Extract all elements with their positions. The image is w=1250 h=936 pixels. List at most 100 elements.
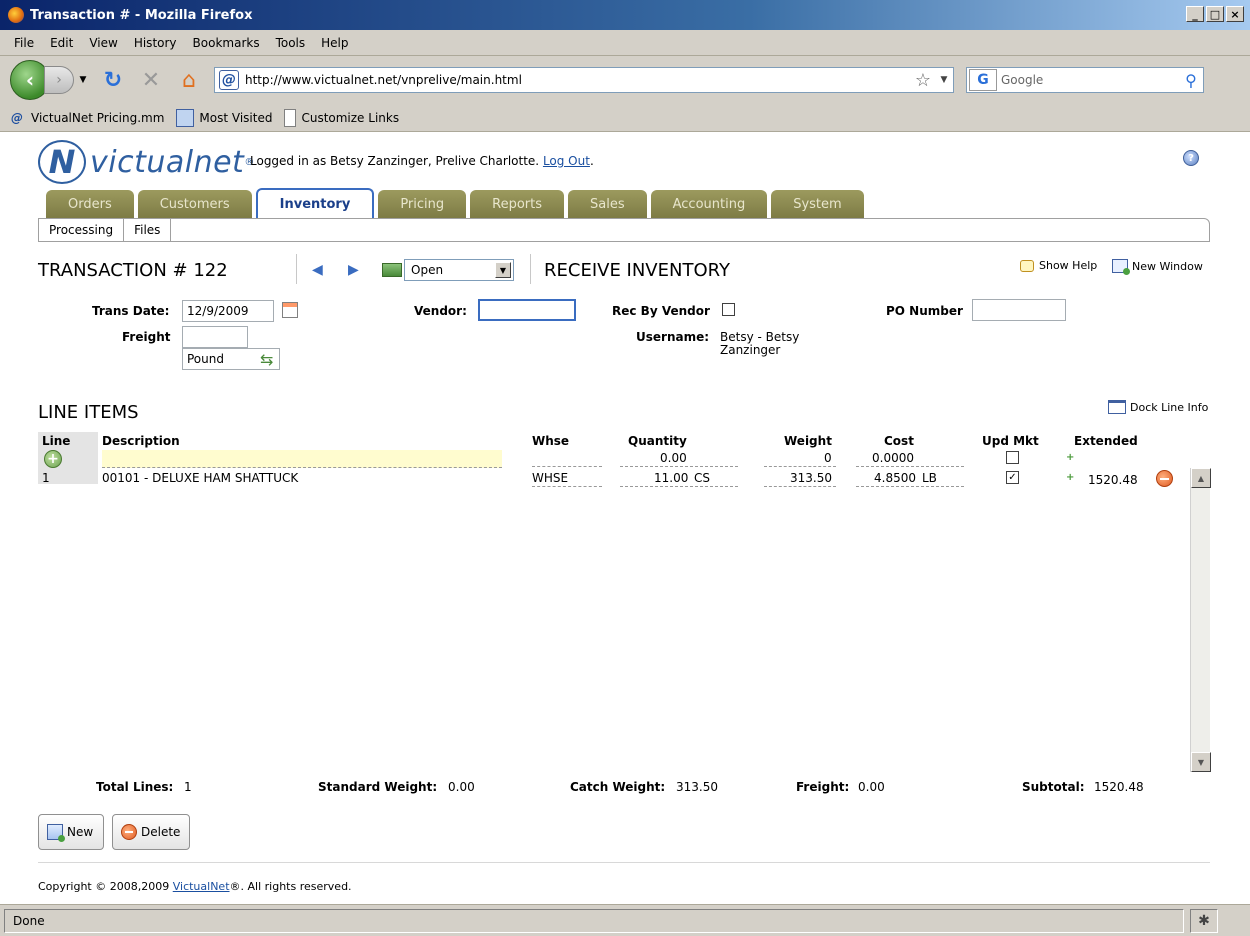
divider <box>856 486 964 487</box>
whse-input[interactable] <box>532 466 602 467</box>
column-header-extended: Extended <box>1074 434 1138 448</box>
minimize-button[interactable]: _ <box>1186 6 1204 22</box>
status-text: Done <box>4 908 1184 933</box>
chevron-down-icon[interactable]: ▼ <box>495 262 511 278</box>
subtotal-value: 1520.48 <box>1094 780 1144 794</box>
reload-icon[interactable]: ↻ <box>98 65 128 95</box>
bookmark-customize-links[interactable]: Customize Links <box>284 108 399 127</box>
tab-reports[interactable]: Reports <box>470 190 565 218</box>
menu-file[interactable]: File <box>6 36 42 50</box>
description-input[interactable] <box>102 450 502 468</box>
tab-customers[interactable]: Customers <box>137 190 252 218</box>
window-title: Transaction # - Mozilla Firefox <box>30 7 253 23</box>
forward-button[interactable]: › <box>44 66 74 94</box>
bookmark-most-visited[interactable]: Most Visited <box>176 108 272 127</box>
sub-navigation: Processing Files <box>38 218 1210 242</box>
trans-date-field[interactable]: 12/9/2009 <box>182 300 274 322</box>
url-bar[interactable]: @ http://www.victualnet.net/vnprelive/ma… <box>214 67 954 93</box>
new-window-link[interactable]: New Window <box>1112 259 1203 275</box>
new-quantity[interactable]: 0.00 <box>660 451 687 465</box>
close-button[interactable]: × <box>1226 6 1244 22</box>
po-number-label: PO Number <box>886 304 963 318</box>
search-input[interactable]: Google <box>1001 73 1179 87</box>
status-select[interactable]: Open ▼ <box>404 259 514 281</box>
victualnet-favicon-icon: @ <box>11 110 23 125</box>
logo-mark: N <box>38 140 86 184</box>
row-quantity[interactable]: 11.00 <box>654 471 688 485</box>
convert-arrows-icon[interactable]: ⇆ <box>260 350 273 369</box>
bookmark-star-icon[interactable]: ☆ <box>915 70 931 91</box>
bookmark-victualnet-pricing[interactable]: @ VictualNet Pricing.mm <box>8 109 164 127</box>
scrollbar[interactable]: ▲ ▼ <box>1190 468 1211 772</box>
row-upd-mkt-checkbox[interactable]: ✓ <box>1006 471 1019 484</box>
tab-inventory[interactable]: Inventory <box>255 188 375 218</box>
row-cost[interactable]: 4.8500 <box>874 471 916 485</box>
tab-accounting[interactable]: Accounting <box>650 190 768 218</box>
freight-field[interactable] <box>182 326 248 348</box>
menu-bookmarks[interactable]: Bookmarks <box>185 36 268 50</box>
expand-plus-icon[interactable]: + <box>1066 472 1074 483</box>
victualnet-link[interactable]: VictualNet <box>173 880 230 893</box>
tab-orders[interactable]: Orders <box>46 190 134 218</box>
tab-sales[interactable]: Sales <box>568 190 647 218</box>
folder-icon <box>176 108 195 127</box>
dock-line-info-link[interactable]: Dock Line Info <box>1108 400 1208 414</box>
calendar-icon[interactable] <box>282 302 298 318</box>
tab-system[interactable]: System <box>771 190 864 218</box>
delete-button[interactable]: Delete <box>112 814 190 850</box>
menu-view[interactable]: View <box>81 36 125 50</box>
home-icon[interactable]: ⌂ <box>174 65 204 95</box>
url-dropdown-icon[interactable]: ▼ <box>935 75 953 85</box>
expand-plus-icon[interactable]: + <box>1066 452 1074 463</box>
scroll-up-icon[interactable]: ▲ <box>1191 468 1211 488</box>
column-header-description: Description <box>102 434 180 448</box>
username-label: Username: <box>636 330 710 344</box>
delete-icon <box>121 824 137 840</box>
column-header-whse: Whse <box>532 434 570 448</box>
help-icon[interactable]: ? <box>1183 150 1199 166</box>
menu-tools[interactable]: Tools <box>268 36 314 50</box>
freight-total-label: Freight: <box>796 780 850 794</box>
menu-help[interactable]: Help <box>313 36 356 50</box>
firebug-icon[interactable]: ✱ <box>1190 908 1218 933</box>
logout-link[interactable]: Log Out <box>543 154 590 168</box>
vendor-field[interactable] <box>478 299 576 321</box>
page-content: N victualnet ® Logged in as Betsy Zanzin… <box>0 132 1250 904</box>
show-help-link[interactable]: Show Help <box>1020 259 1097 272</box>
remove-line-button[interactable] <box>1156 470 1173 487</box>
row-description[interactable]: 00101 - DELUXE HAM SHATTUCK <box>102 471 298 485</box>
url-text[interactable]: http://www.victualnet.net/vnprelive/main… <box>245 73 915 87</box>
maximize-button[interactable]: □ <box>1206 6 1224 22</box>
row-weight[interactable]: 313.50 <box>790 471 832 485</box>
vendor-label: Vendor: <box>414 304 467 318</box>
scroll-down-icon[interactable]: ▼ <box>1191 752 1211 772</box>
previous-arrow-icon[interactable]: ◀ <box>312 262 323 278</box>
divider <box>532 486 602 487</box>
subnav-processing[interactable]: Processing <box>39 219 125 241</box>
rec-by-vendor-checkbox[interactable] <box>722 303 735 316</box>
menu-bar: File Edit View History Bookmarks Tools H… <box>0 30 1250 56</box>
tab-pricing[interactable]: Pricing <box>378 190 467 218</box>
stop-icon[interactable]: ✕ <box>136 65 166 95</box>
new-cost[interactable]: 0.0000 <box>872 451 914 465</box>
add-line-button[interactable]: + <box>44 450 62 468</box>
search-icon[interactable]: ⚲ <box>1179 71 1203 90</box>
main-tabs: Orders Customers Inventory Pricing Repor… <box>46 188 864 218</box>
new-button[interactable]: New <box>38 814 104 850</box>
search-bar[interactable]: G Google ⚲ <box>966 67 1204 93</box>
next-arrow-icon[interactable]: ▶ <box>348 262 359 278</box>
page-title: RECEIVE INVENTORY <box>544 260 730 281</box>
new-weight[interactable]: 0 <box>824 451 832 465</box>
cost-input-line <box>856 466 964 467</box>
menu-history[interactable]: History <box>126 36 185 50</box>
menu-edit[interactable]: Edit <box>42 36 81 50</box>
search-engine-icon[interactable]: G <box>969 69 997 91</box>
history-dropdown-icon[interactable]: ▼ <box>76 75 90 85</box>
victualnet-logo: N victualnet ® <box>38 140 254 184</box>
subnav-files[interactable]: Files <box>124 219 172 241</box>
new-upd-mkt-checkbox[interactable] <box>1006 451 1019 464</box>
bookmarks-bar: @ VictualNet Pricing.mm Most Visited Cus… <box>0 104 1250 132</box>
po-number-field[interactable] <box>972 299 1066 321</box>
help-bubble-icon <box>1020 259 1034 272</box>
row-whse[interactable]: WHSE <box>532 471 568 485</box>
